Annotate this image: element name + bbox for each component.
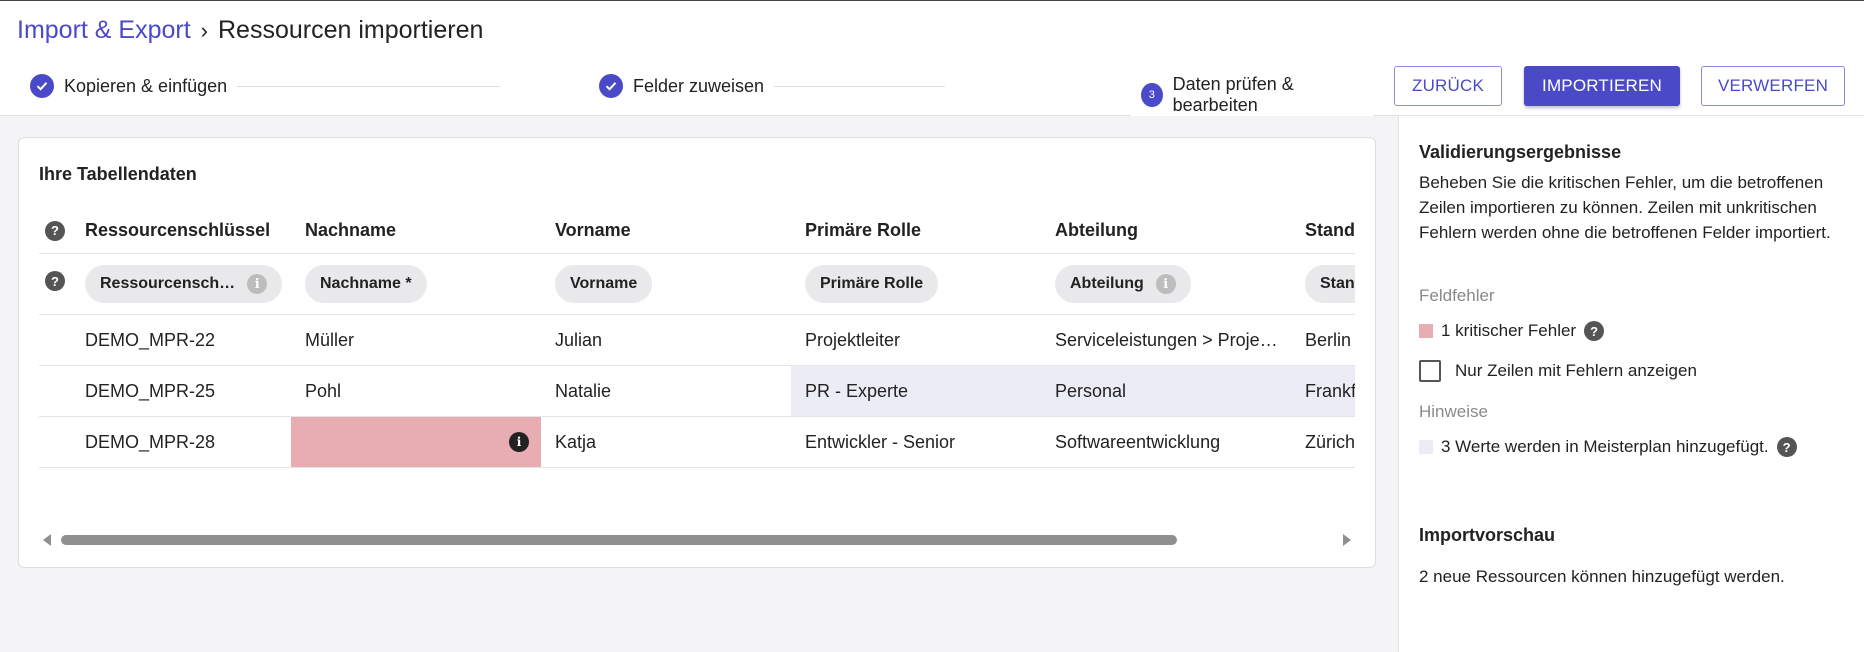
info-icon[interactable]: i xyxy=(247,274,268,294)
page-title: Ressourcen importieren xyxy=(218,16,484,44)
field-mapping-chip[interactable]: Nachname * xyxy=(305,265,427,303)
field-mapping-chip[interactable]: Primäre Rolle xyxy=(805,265,939,303)
table-row: DEMO_MPR-22 Müller Julian Projektleiter … xyxy=(39,315,1355,366)
table-data-card: Ihre Tabellendaten ? Ressourcenschlüssel… xyxy=(18,137,1376,568)
breadcrumb: Import & Export › Ressourcen importieren xyxy=(17,16,483,45)
page-header: Import & Export › Ressourcen importieren… xyxy=(0,1,1864,116)
hint-text: 3 Werte werden in Meisterplan hinzugefüg… xyxy=(1441,437,1769,456)
horizontal-scrollbar[interactable] xyxy=(39,531,1355,549)
header-help-cell: ? xyxy=(45,208,75,253)
scrollbar-thumb[interactable] xyxy=(61,535,1177,545)
chevron-right-icon: › xyxy=(200,17,208,43)
mapping-cell: Abteilung i xyxy=(1055,254,1295,314)
table-cell-error[interactable]: i xyxy=(291,417,541,467)
table-cell[interactable]: Projektleiter xyxy=(805,315,1045,365)
step-review-edit: 3 Daten prüfen & bearbeiten xyxy=(1131,74,1373,116)
column-header: Standort xyxy=(1305,220,1355,240)
table-cell[interactable]: Softwareentwicklung xyxy=(1055,417,1295,467)
table-cell[interactable]: DEMO_MPR-25 xyxy=(85,366,295,416)
table-cell[interactable]: Personal xyxy=(1055,366,1295,416)
chip-label: Standort xyxy=(1320,275,1355,292)
table-cell[interactable]: Zürich xyxy=(1305,417,1355,467)
import-preview-title: Importvorschau xyxy=(1419,525,1556,545)
column-header: Vorname xyxy=(555,220,631,240)
mapping-cell: Ressourcensch… i xyxy=(85,254,295,314)
field-mapping-row: ? Ressourcensch… i Nachname * Vorname Pr… xyxy=(39,254,1355,315)
chip-label: Ressourcensch… xyxy=(100,275,236,292)
validation-title: Validierungsergebnisse xyxy=(1419,142,1622,162)
only-error-rows-toggle[interactable]: Nur Zeilen mit Fehlern anzeigen xyxy=(1419,360,1697,382)
field-mapping-chip[interactable]: Standort xyxy=(1305,265,1355,303)
mapping-cell: Nachname * xyxy=(305,254,545,314)
step-connector xyxy=(200,86,500,87)
column-header: Primäre Rolle xyxy=(805,220,922,240)
mapping-cell: Standort xyxy=(1305,254,1355,314)
chip-label: Vorname xyxy=(570,275,638,292)
table-row: DEMO_MPR-25 Pohl Natalie PR - Experte Pe… xyxy=(39,366,1355,417)
step-label: Daten prüfen & bearbeiten xyxy=(1172,74,1294,115)
check-icon xyxy=(30,74,54,98)
only-error-rows-label: Nur Zeilen mit Fehlern anzeigen xyxy=(1455,361,1697,380)
discard-button[interactable]: VERWERFEN xyxy=(1701,66,1845,106)
hint-swatch xyxy=(1419,440,1433,454)
chip-label: Primäre Rolle xyxy=(820,275,924,292)
data-table[interactable]: ? Ressourcenschlüssel Nachname Vorname P… xyxy=(39,208,1355,548)
help-icon[interactable]: ? xyxy=(45,220,65,241)
main-content: Ihre Tabellendaten ? Ressourcenschlüssel… xyxy=(0,116,1398,652)
scroll-left-icon[interactable] xyxy=(43,534,51,546)
step-label: Kopieren & einfügen xyxy=(64,75,228,96)
cell-value: PR - Experte xyxy=(805,380,909,401)
table-title: Ihre Tabellendaten xyxy=(39,164,197,184)
back-button[interactable]: ZURÜCK xyxy=(1394,66,1502,106)
table-header-row: ? Ressourcenschlüssel Nachname Vorname P… xyxy=(39,208,1355,254)
column-header: Nachname xyxy=(305,220,397,240)
table-cell[interactable]: Julian xyxy=(555,315,795,365)
field-errors-label: Feldfehler xyxy=(1419,286,1495,305)
mapping-cell: Primäre Rolle xyxy=(805,254,1045,314)
table-cell[interactable]: Frankfurt xyxy=(1305,366,1355,416)
chip-label: Abteilung xyxy=(1070,275,1144,292)
step-label: Felder zuweisen xyxy=(633,75,765,96)
validation-panel: Validierungsergebnisse Beheben Sie die k… xyxy=(1398,116,1864,652)
import-stepper: Kopieren & einfügen Felder zuweisen 3 Da… xyxy=(30,74,1373,116)
chip-label: Nachname * xyxy=(320,275,412,292)
table-cell[interactable]: DEMO_MPR-22 xyxy=(85,315,295,365)
critical-error-legend: 1 kritischer Fehler ? xyxy=(1419,321,1605,341)
table-cell[interactable]: Serviceleistungen > Proje… xyxy=(1055,315,1295,365)
field-mapping-chip[interactable]: Vorname xyxy=(555,265,653,303)
validation-description: Beheben Sie die kritischen Fehler, um di… xyxy=(1419,173,1831,242)
breadcrumb-link-import-export[interactable]: Import & Export xyxy=(17,16,191,45)
table-cell[interactable]: Natalie xyxy=(555,366,795,416)
table-cell[interactable]: DEMO_MPR-28 xyxy=(85,417,295,467)
table-cell[interactable]: Berlin xyxy=(1305,315,1355,365)
table-cell[interactable]: Müller xyxy=(305,315,545,365)
help-icon[interactable]: ? xyxy=(1776,437,1797,457)
table-cell[interactable]: Entwickler - Senior xyxy=(805,417,1045,467)
help-icon[interactable]: ? xyxy=(45,271,65,291)
table-row: DEMO_MPR-28 i Katja Entwickler - Senior … xyxy=(39,417,1355,468)
step-assign-fields: Felder zuweisen xyxy=(599,74,775,98)
only-error-rows-checkbox[interactable] xyxy=(1419,360,1441,382)
step-number-badge: 3 xyxy=(1141,83,1163,107)
help-icon[interactable]: ? xyxy=(1584,321,1605,341)
error-swatch xyxy=(1419,324,1433,338)
mapping-help-cell: ? xyxy=(45,254,75,314)
error-info-icon[interactable]: i xyxy=(509,432,529,452)
field-mapping-chip[interactable]: Ressourcensch… i xyxy=(85,265,283,303)
import-button[interactable]: IMPORTIEREN xyxy=(1524,66,1680,106)
hints-label: Hinweise xyxy=(1419,402,1488,421)
hint-legend: 3 Werte werden in Meisterplan hinzugefüg… xyxy=(1419,437,1797,457)
scroll-right-icon[interactable] xyxy=(1343,534,1351,546)
table-cell[interactable]: Pohl xyxy=(305,366,545,416)
check-icon xyxy=(599,74,623,98)
field-mapping-chip[interactable]: Abteilung i xyxy=(1055,265,1191,303)
info-icon[interactable]: i xyxy=(1155,274,1176,294)
mapping-cell: Vorname xyxy=(555,254,795,314)
critical-error-count: 1 kritischer Fehler xyxy=(1441,321,1577,340)
column-header: Ressourcenschlüssel xyxy=(85,220,271,240)
table-cell[interactable]: Katja xyxy=(555,417,795,467)
column-header: Abteilung xyxy=(1055,220,1138,240)
step-copy-paste: Kopieren & einfügen xyxy=(30,74,238,98)
import-preview-text: 2 neue Ressourcen können hinzugefügt wer… xyxy=(1419,567,1785,586)
